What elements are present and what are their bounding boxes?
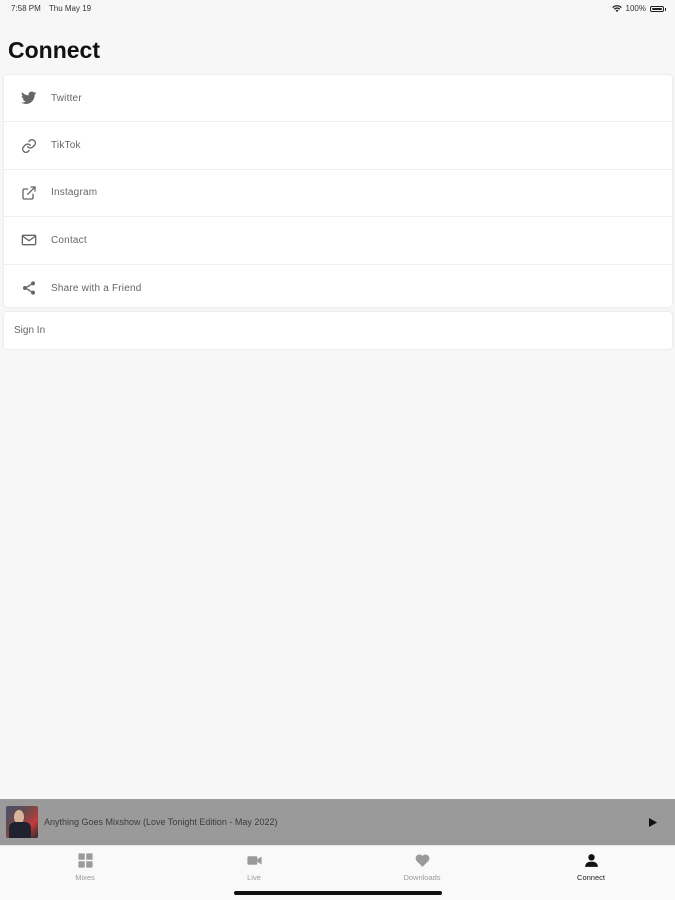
status-time: 7:58 PM: [11, 4, 41, 13]
sign-in-label: Sign In: [14, 325, 46, 336]
battery-percent: 100%: [625, 4, 646, 13]
menu-item-label: Contact: [51, 234, 87, 246]
menu-item-twitter[interactable]: Twitter: [4, 75, 672, 123]
person-icon: [584, 854, 598, 867]
now-playing-title: Anything Goes Mixshow (Love Tonight Edit…: [44, 817, 278, 827]
tab-mixes[interactable]: Mixes: [35, 852, 135, 888]
tab-label: Connect: [577, 873, 605, 882]
tab-label: Mixes: [75, 873, 95, 882]
status-date: Thu May 19: [48, 4, 92, 13]
connect-menu: Twitter TikTok Instagram Contact Share w…: [4, 75, 672, 307]
play-button[interactable]: [639, 808, 667, 836]
status-bar: 7:58 PM Thu May 19 100%: [0, 0, 675, 18]
grid-icon: [77, 853, 93, 868]
mail-icon: [4, 232, 51, 248]
status-left: 7:58 PM Thu May 19: [11, 4, 97, 13]
video-icon: [246, 856, 262, 865]
menu-item-label: Twitter: [51, 92, 82, 104]
wifi-icon: [611, 4, 622, 12]
share-icon: [4, 280, 51, 296]
heart-icon: [415, 854, 429, 867]
sign-in-button[interactable]: Sign In: [4, 312, 672, 349]
home-indicator[interactable]: [234, 891, 442, 895]
tab-connect[interactable]: Connect: [541, 852, 641, 888]
page-title: Connect: [8, 37, 100, 63]
menu-item-label: TikTok: [51, 140, 81, 152]
menu-item-contact[interactable]: Contact: [4, 217, 672, 265]
link-icon: [4, 138, 51, 154]
tab-label: Live: [247, 873, 261, 882]
twitter-icon: [4, 90, 51, 106]
now-playing-bar[interactable]: Anything Goes Mixshow (Love Tonight Edit…: [0, 799, 675, 845]
status-right: 100%: [611, 4, 666, 13]
tab-label: Downloads: [403, 873, 441, 882]
menu-item-share[interactable]: Share with a Friend: [4, 265, 672, 312]
tab-downloads[interactable]: Downloads: [372, 852, 472, 888]
external-link-icon: [4, 185, 51, 201]
play-icon: [649, 817, 657, 827]
battery-icon: [650, 5, 666, 12]
menu-item-label: Instagram: [51, 187, 98, 199]
menu-item-instagram[interactable]: Instagram: [4, 170, 672, 218]
album-art: [6, 806, 38, 838]
tab-live[interactable]: Live: [204, 852, 304, 888]
menu-item-tiktok[interactable]: TikTok: [4, 122, 672, 170]
menu-item-label: Share with a Friend: [51, 282, 142, 294]
